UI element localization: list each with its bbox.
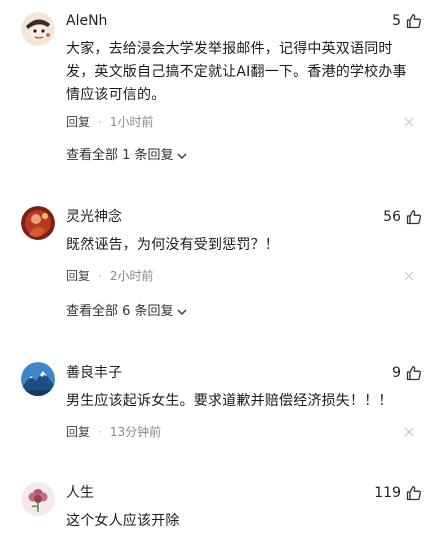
thumbs-up-icon — [406, 486, 421, 501]
like-button[interactable]: 5 — [392, 12, 422, 30]
like-button[interactable]: 119 — [374, 484, 422, 502]
timestamp: 1小时前 — [109, 115, 154, 129]
timestamp: 2小时前 — [109, 269, 154, 283]
close-icon[interactable] — [404, 117, 414, 127]
chevron-down-icon — [177, 309, 187, 315]
comment-meta: 回复 · 1小时前 — [66, 114, 153, 130]
like-button[interactable]: 9 — [392, 364, 422, 382]
like-count: 56 — [383, 209, 401, 225]
cartoon-face-icon — [21, 12, 55, 46]
mountain-icon — [21, 362, 55, 396]
red-figure-icon — [21, 206, 55, 240]
avatar[interactable] — [21, 206, 55, 240]
comment-meta: 回复 · 13分钟前 — [66, 424, 161, 440]
flower-icon — [21, 482, 55, 516]
reply-button[interactable]: 回复 — [66, 424, 90, 440]
view-all-replies-button[interactable]: 查看全部 1 条回复 — [66, 147, 188, 165]
username[interactable]: 人生 — [66, 484, 94, 502]
like-count: 9 — [392, 365, 401, 381]
username[interactable]: AleNh — [66, 12, 107, 30]
avatar[interactable] — [21, 12, 55, 46]
username[interactable]: 灵光神念 — [66, 208, 122, 226]
view-all-replies-label: 查看全部 1 条回复 — [66, 148, 174, 163]
view-all-replies-label: 查看全部 6 条回复 — [66, 304, 174, 319]
like-button[interactable]: 56 — [383, 208, 422, 226]
reply-button[interactable]: 回复 — [66, 114, 90, 130]
close-icon[interactable] — [404, 427, 414, 437]
view-all-replies-button[interactable]: 查看全部 6 条回复 — [66, 303, 188, 321]
like-count: 119 — [374, 485, 401, 501]
comment-list: AleNh 5 大家，去给浸会大学发举报邮件，记得中英双语同时发，英文版自己搞不… — [0, 0, 440, 539]
separator-dot: · — [98, 115, 102, 129]
thumbs-up-icon — [406, 366, 421, 381]
comment-text: 大家，去给浸会大学发举报邮件，记得中英双语同时发，英文版自己搞不定就让AI翻一下… — [66, 41, 407, 103]
separator-dot: · — [98, 425, 102, 439]
username[interactable]: 善良丰子 — [66, 364, 122, 382]
thumbs-up-icon — [406, 14, 421, 29]
comment-text: 男生应该起诉女生。要求道歉并赔偿经济损失！！！ — [66, 393, 393, 409]
chevron-down-icon — [177, 153, 187, 159]
comment-meta: 回复 · 2小时前 — [66, 268, 153, 284]
reply-button[interactable]: 回复 — [66, 268, 90, 284]
separator-dot: · — [98, 269, 102, 283]
comment-text: 这个女人应该开除 — [66, 513, 180, 529]
comment-text: 既然诬告，为何没有受到惩罚？！ — [66, 237, 279, 253]
avatar[interactable] — [21, 362, 55, 396]
close-icon[interactable] — [404, 271, 414, 281]
timestamp: 13分钟前 — [109, 425, 162, 439]
thumbs-up-icon — [406, 210, 421, 225]
avatar[interactable] — [21, 482, 55, 516]
like-count: 5 — [392, 13, 401, 29]
